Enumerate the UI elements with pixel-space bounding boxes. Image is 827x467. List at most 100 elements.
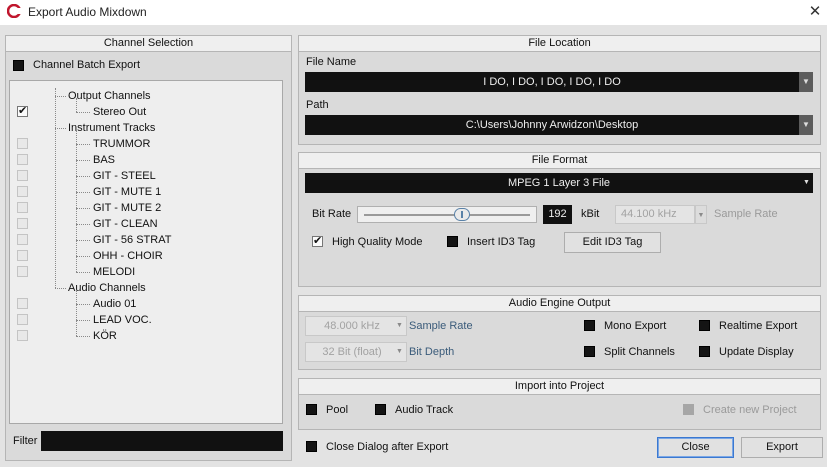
tree-connector [55, 288, 66, 289]
file-sample-rate-select[interactable]: 44.100 kHz [615, 205, 695, 224]
close-dialog-after-export-label: Close Dialog after Export [326, 441, 449, 453]
channel-checkbox[interactable] [17, 186, 28, 197]
channel-item-label: GIT - 56 STRAT [93, 234, 172, 246]
filter-label: Filter [13, 435, 38, 447]
realtime-export-checkbox[interactable] [699, 320, 710, 331]
high-quality-mode-label: High Quality Mode [332, 236, 423, 248]
tree-group-label: Output Channels [68, 90, 151, 102]
realtime-export-label: Realtime Export [719, 320, 798, 332]
channel-item-label: GIT - CLEAN [93, 218, 158, 230]
export-button[interactable]: Export [741, 437, 823, 458]
create-new-project-checkbox[interactable] [683, 404, 694, 415]
path-input[interactable]: C:\Users\Johnny Arwidzon\Desktop [305, 115, 799, 135]
close-dialog-after-export-checkbox[interactable] [306, 441, 317, 452]
path-dropdown-arrow-icon[interactable]: ▼ [799, 115, 813, 135]
high-quality-mode-checkbox[interactable]: ✔ [312, 236, 323, 247]
pool-label: Pool [326, 404, 349, 416]
mono-export-label: Mono Export [604, 320, 667, 332]
update-display-label: Update Display [719, 346, 794, 358]
cubase-logo-icon [7, 4, 21, 18]
split-channels-checkbox[interactable] [584, 346, 595, 357]
channel-item-label: BAS [93, 154, 116, 166]
edit-id3-tag-button[interactable]: Edit ID3 Tag [564, 232, 661, 253]
tree-group-label: Instrument Tracks [68, 122, 156, 134]
channel-item-label: GIT - STEEL [93, 170, 156, 182]
channel-checkbox[interactable] [17, 314, 28, 325]
channel-item-label: MELODI [93, 266, 136, 278]
path-label: Path [306, 99, 329, 111]
channel-checkbox[interactable] [17, 266, 28, 277]
channel-checkbox[interactable] [17, 298, 28, 309]
channel-checkbox[interactable] [17, 330, 28, 341]
bit-rate-label: Bit Rate [312, 208, 352, 220]
tree-connector [55, 96, 66, 97]
engine-sample-rate-label: Sample Rate [409, 320, 473, 332]
tree-connector [76, 208, 90, 209]
channel-item-label: GIT - MUTE 1 [93, 186, 162, 198]
channel-item-label: KÖR [93, 330, 117, 342]
engine-sample-rate-dropdown-arrow-icon[interactable]: ▼ [396, 316, 406, 336]
tree-connector [76, 144, 90, 145]
split-channels-label: Split Channels [604, 346, 675, 358]
pool-checkbox[interactable] [306, 404, 317, 415]
file-sample-rate-dropdown-arrow-icon[interactable]: ▼ [695, 205, 707, 224]
audio-track-checkbox[interactable] [375, 404, 386, 415]
tree-connector [76, 304, 90, 305]
channel-checkbox[interactable] [17, 138, 28, 149]
tree-connector [76, 224, 90, 225]
tree-connector [76, 160, 90, 161]
insert-id3-tag-checkbox[interactable] [447, 236, 458, 247]
create-new-project-label: Create new Project [703, 404, 797, 416]
bit-rate-slider-groove [364, 214, 530, 216]
file-location-header: File Location [299, 36, 820, 52]
tree-connector [76, 112, 90, 113]
engine-sample-rate-select[interactable]: 48.000 kHz [305, 316, 407, 336]
bit-depth-select[interactable]: 32 Bit (float) [305, 342, 407, 362]
channel-checkbox[interactable] [17, 202, 28, 213]
channel-checkbox[interactable] [17, 234, 28, 245]
tree-connector [76, 176, 90, 177]
close-button[interactable]: Close [657, 437, 734, 458]
file-format-select[interactable]: MPEG 1 Layer 3 File [305, 173, 813, 193]
import-into-project-header: Import into Project [299, 379, 820, 395]
bit-rate-slider-thumb[interactable] [454, 208, 470, 221]
channel-item-label: GIT - MUTE 2 [93, 202, 162, 214]
mono-export-checkbox[interactable] [584, 320, 595, 331]
file-name-dropdown-arrow-icon[interactable]: ▼ [799, 72, 813, 92]
channel-checkbox[interactable] [17, 250, 28, 261]
tree-connector [76, 320, 90, 321]
file-format-dropdown-arrow-icon[interactable]: ▼ [803, 173, 813, 193]
channel-item-label: Audio 01 [93, 298, 137, 310]
tree-connector [76, 130, 77, 272]
insert-id3-tag-label: Insert ID3 Tag [467, 236, 536, 248]
channel-checkbox[interactable] [17, 154, 28, 165]
channel-checkbox[interactable] [17, 218, 28, 229]
channel-batch-export-checkbox[interactable] [13, 60, 24, 71]
file-sample-rate-label: Sample Rate [714, 208, 778, 220]
bit-rate-value[interactable]: 192 [543, 205, 572, 224]
file-name-input[interactable]: I DO, I DO, I DO, I DO, I DO [305, 72, 799, 92]
title-bar: Export Audio Mixdown ✕ [0, 0, 827, 25]
tree-connector [76, 192, 90, 193]
channel-item-label: LEAD VOC. [93, 314, 152, 326]
channel-item-label: Stereo Out [93, 106, 147, 118]
filter-input[interactable] [41, 431, 283, 451]
channel-batch-export-label: Channel Batch Export [33, 59, 141, 71]
channel-checkbox[interactable] [17, 170, 28, 181]
bit-depth-dropdown-arrow-icon[interactable]: ▼ [396, 342, 406, 362]
tree-connector [76, 336, 90, 337]
bit-rate-unit: kBit [581, 208, 600, 220]
update-display-checkbox[interactable] [699, 346, 710, 357]
bit-rate-slider-track[interactable] [357, 206, 537, 223]
bit-depth-label: Bit Depth [409, 346, 455, 358]
tree-connector [76, 272, 90, 273]
channel-checkbox[interactable]: ✔ [17, 106, 28, 117]
channel-item-label: OHH - CHOIR [93, 250, 163, 262]
channel-item-label: TRUMMOR [93, 138, 151, 150]
close-icon[interactable]: ✕ [806, 3, 824, 21]
tree-group-label: Audio Channels [68, 282, 146, 294]
audio-engine-output-header: Audio Engine Output [299, 296, 820, 312]
audio-track-label: Audio Track [395, 404, 454, 416]
bit-rate-slider-thumb-grip [461, 211, 463, 218]
window-title: Export Audio Mixdown [28, 5, 147, 19]
